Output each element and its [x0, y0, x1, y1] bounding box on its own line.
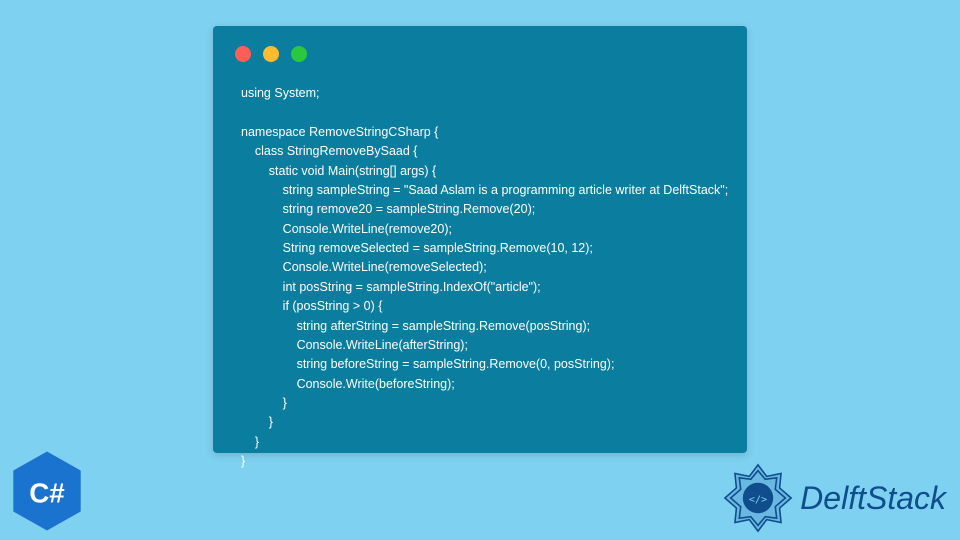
code-line: }: [241, 435, 259, 449]
code-line: Console.Write(beforeString);: [241, 377, 455, 391]
code-line: }: [241, 454, 245, 468]
window-close-dot: [235, 46, 251, 62]
svg-text:</>: </>: [749, 494, 767, 505]
window-controls: [213, 26, 747, 62]
code-window: using System; namespace RemoveStringCSha…: [213, 26, 747, 453]
code-line: Console.WriteLine(removeSelected);: [241, 260, 487, 274]
code-line: string afterString = sampleString.Remove…: [241, 319, 590, 333]
code-line: Console.WriteLine(afterString);: [241, 338, 468, 352]
code-line: String removeSelected = sampleString.Rem…: [241, 241, 593, 255]
code-line: namespace RemoveStringCSharp {: [241, 125, 438, 139]
code-line: if (posString > 0) {: [241, 299, 382, 313]
window-maximize-dot: [291, 46, 307, 62]
code-line: string beforeString = sampleString.Remov…: [241, 357, 614, 371]
code-line: class StringRemoveBySaad {: [241, 144, 417, 158]
code-content: using System; namespace RemoveStringCSha…: [213, 62, 747, 494]
code-line: Console.WriteLine(remove20);: [241, 222, 452, 236]
code-line: string remove20 = sampleString.Remove(20…: [241, 202, 535, 216]
code-line: static void Main(string[] args) {: [241, 164, 436, 178]
brand-name: DelftStack: [800, 480, 946, 517]
csharp-badge-label: C#: [29, 478, 65, 509]
code-line: }: [241, 396, 287, 410]
window-minimize-dot: [263, 46, 279, 62]
brand-logo: </> DelftStack: [722, 462, 946, 534]
code-line: }: [241, 415, 273, 429]
code-line: int posString = sampleString.IndexOf("ar…: [241, 280, 541, 294]
csharp-badge-icon: C#: [10, 450, 84, 532]
code-line: using System;: [241, 86, 320, 100]
brand-star-icon: </>: [722, 462, 794, 534]
code-line: string sampleString = "Saad Aslam is a p…: [241, 183, 728, 197]
